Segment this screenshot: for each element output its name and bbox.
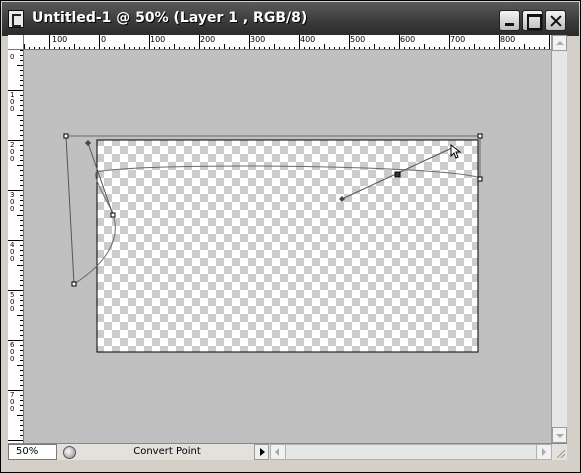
ruler-label: 500 <box>10 291 15 313</box>
ruler-label: 100 <box>10 91 15 113</box>
document-info-icon[interactable] <box>63 446 76 459</box>
ruler-label: 300 <box>250 35 266 44</box>
selected-anchor-point[interactable] <box>394 171 401 178</box>
anchor-point[interactable] <box>71 281 77 287</box>
canvas-pasteboard[interactable] <box>24 50 551 443</box>
ruler-label: 400 <box>300 35 316 44</box>
vertical-ruler[interactable]: 0 100 200 300 400 500 600 700 <box>8 50 24 443</box>
scroll-left-button[interactable] <box>271 445 286 459</box>
ruler-label: 700 <box>450 35 466 44</box>
scroll-up-button[interactable] <box>552 35 567 51</box>
ruler-label: 700 <box>10 391 15 413</box>
canvas-svg[interactable] <box>24 50 551 443</box>
window-title: Untitled-1 @ 50% (Layer 1 , RGB/8) <box>32 10 308 26</box>
ruler-label: 300 <box>10 191 15 213</box>
horizontal-ruler[interactable]: 100 0 100 200 300 400 500 600 700 800 <box>24 35 551 50</box>
anchor-point[interactable] <box>477 133 483 139</box>
status-menu-button[interactable] <box>254 444 269 460</box>
ruler-label: 100 <box>150 35 166 44</box>
status-info-text: Convert Point <box>133 446 201 457</box>
ruler-label: 500 <box>350 35 366 44</box>
direction-handle[interactable] <box>85 140 91 146</box>
title-bar[interactable]: Untitled-1 @ 50% (Layer 1 , RGB/8) <box>2 2 579 36</box>
horizontal-scrollbar[interactable] <box>270 444 552 460</box>
anchor-point[interactable] <box>110 212 116 218</box>
status-bar: 50% Convert Point <box>8 443 567 460</box>
anchor-point[interactable] <box>63 133 69 139</box>
vertical-scrollbar[interactable] <box>551 35 567 443</box>
ruler-label: 800 <box>500 35 516 44</box>
ruler-label: 0 <box>101 35 107 44</box>
document-window: Untitled-1 @ 50% (Layer 1 , RGB/8) 100 0… <box>0 0 581 473</box>
ruler-label: 600 <box>400 35 416 44</box>
close-button[interactable] <box>545 10 566 31</box>
maximize-button[interactable] <box>522 10 543 31</box>
minimize-button[interactable] <box>499 10 520 31</box>
resize-grip[interactable] <box>553 444 567 460</box>
scroll-down-button[interactable] <box>552 427 567 443</box>
transparent-layer[interactable] <box>96 139 479 353</box>
scroll-right-button[interactable] <box>536 445 551 459</box>
ruler-label: 600 <box>10 341 15 363</box>
ruler-label: 400 <box>10 241 15 263</box>
ruler-label: 200 <box>200 35 216 44</box>
ruler-label: 200 <box>10 141 15 163</box>
zoom-input[interactable]: 50% <box>8 444 57 460</box>
anchor-point[interactable] <box>477 176 483 182</box>
path-segment-left[interactable] <box>65 135 75 285</box>
ruler-label: 0 <box>10 53 15 61</box>
ruler-label: 100 <box>52 35 68 44</box>
ruler-origin[interactable] <box>8 35 24 50</box>
photoshop-document-icon[interactable] <box>8 10 24 28</box>
